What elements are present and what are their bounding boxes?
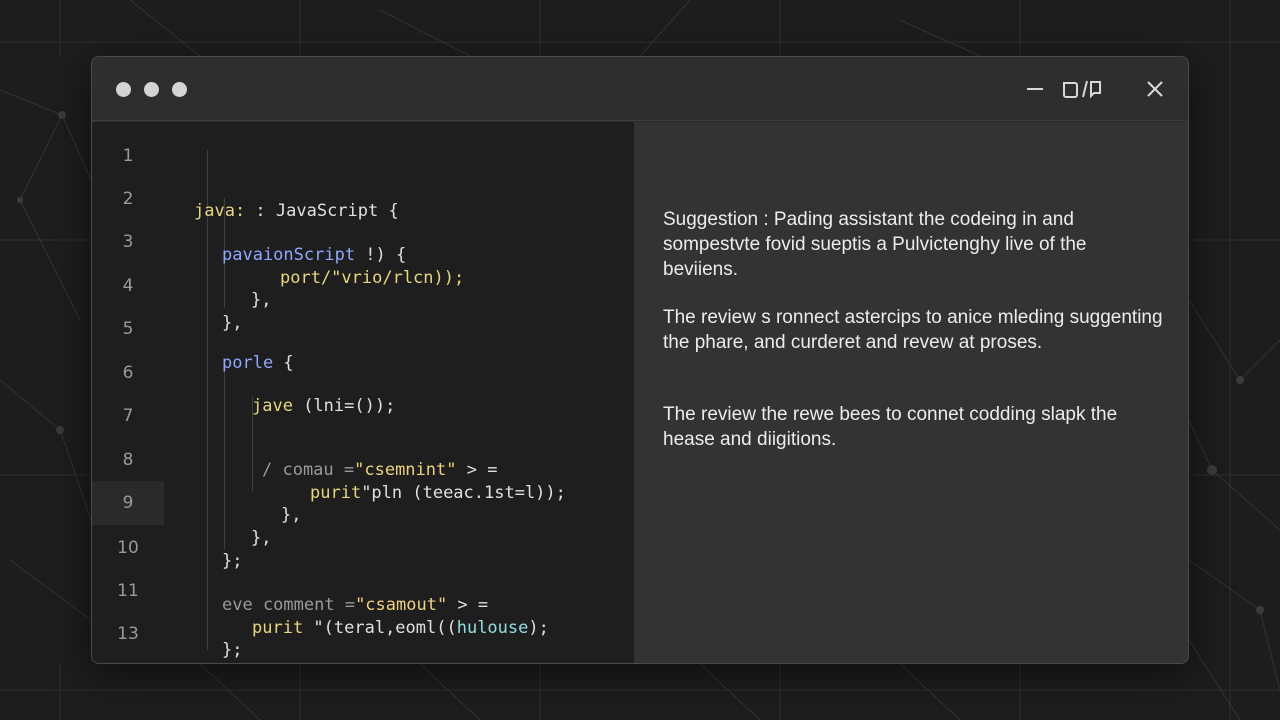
line-number: 7 bbox=[122, 406, 134, 426]
code-line: purit "(teral,eoml((hulouse); bbox=[252, 618, 549, 638]
line-number: 8 bbox=[122, 450, 134, 470]
traffic-light-close[interactable] bbox=[116, 82, 131, 97]
line-number: 4 bbox=[122, 276, 134, 296]
code-line: }, bbox=[281, 505, 302, 525]
line-number: 11 bbox=[117, 581, 139, 601]
indent-guide bbox=[224, 370, 225, 550]
line-number: 5 bbox=[122, 319, 134, 339]
code-line: }, bbox=[222, 313, 243, 333]
line-number: 13 bbox=[117, 624, 139, 644]
line-number: 10 bbox=[117, 538, 139, 558]
editor-window: 1 2 3 4 5 6 7 8 9 10 11 13 java: : JavaS… bbox=[91, 56, 1189, 664]
traffic-light-minimize[interactable] bbox=[144, 82, 159, 97]
code-line: eve comment ="csamout" > = bbox=[222, 595, 489, 615]
restore-icon[interactable] bbox=[1058, 75, 1102, 103]
code-line: jave (lni=()); bbox=[252, 396, 396, 416]
line-number: 3 bbox=[122, 232, 134, 252]
close-icon[interactable] bbox=[1142, 75, 1168, 103]
suggestion-paragraph: The review the rewe bees to connet coddi… bbox=[663, 404, 1118, 450]
code-line: }, bbox=[251, 528, 272, 548]
minimize-icon[interactable] bbox=[1022, 75, 1048, 103]
line-number: 6 bbox=[122, 363, 134, 383]
code-line: / comau ="csemnint" > = bbox=[262, 460, 498, 480]
line-number: 1 bbox=[122, 146, 134, 166]
code-line: }; bbox=[222, 640, 243, 660]
line-number: 2 bbox=[122, 189, 134, 209]
code-line: }; bbox=[222, 551, 243, 571]
code-line: pavaionScript !) { bbox=[222, 245, 407, 265]
traffic-light-zoom[interactable] bbox=[172, 82, 187, 97]
suggestion-paragraph: The review s ronnect astercips to anice … bbox=[663, 307, 1163, 353]
line-number-active: 9 bbox=[92, 481, 164, 525]
indent-guide bbox=[207, 150, 208, 650]
code-line: port/"vrio/rlcn)); bbox=[280, 268, 465, 288]
suggestion-paragraph: Suggestion : Pading assistant the codein… bbox=[663, 209, 1087, 280]
code-line: java: : JavaScript { bbox=[194, 201, 399, 221]
code-line: porle { bbox=[222, 353, 294, 373]
code-editor[interactable]: 1 2 3 4 5 6 7 8 9 10 11 13 java: : JavaS… bbox=[92, 122, 634, 663]
suggestion-panel: Suggestion : Pading assistant the codein… bbox=[634, 122, 1188, 663]
code-line: }, bbox=[251, 290, 272, 310]
title-bar bbox=[92, 57, 1188, 121]
code-line: purit"pln (teeac.1st=l)); bbox=[310, 483, 566, 503]
